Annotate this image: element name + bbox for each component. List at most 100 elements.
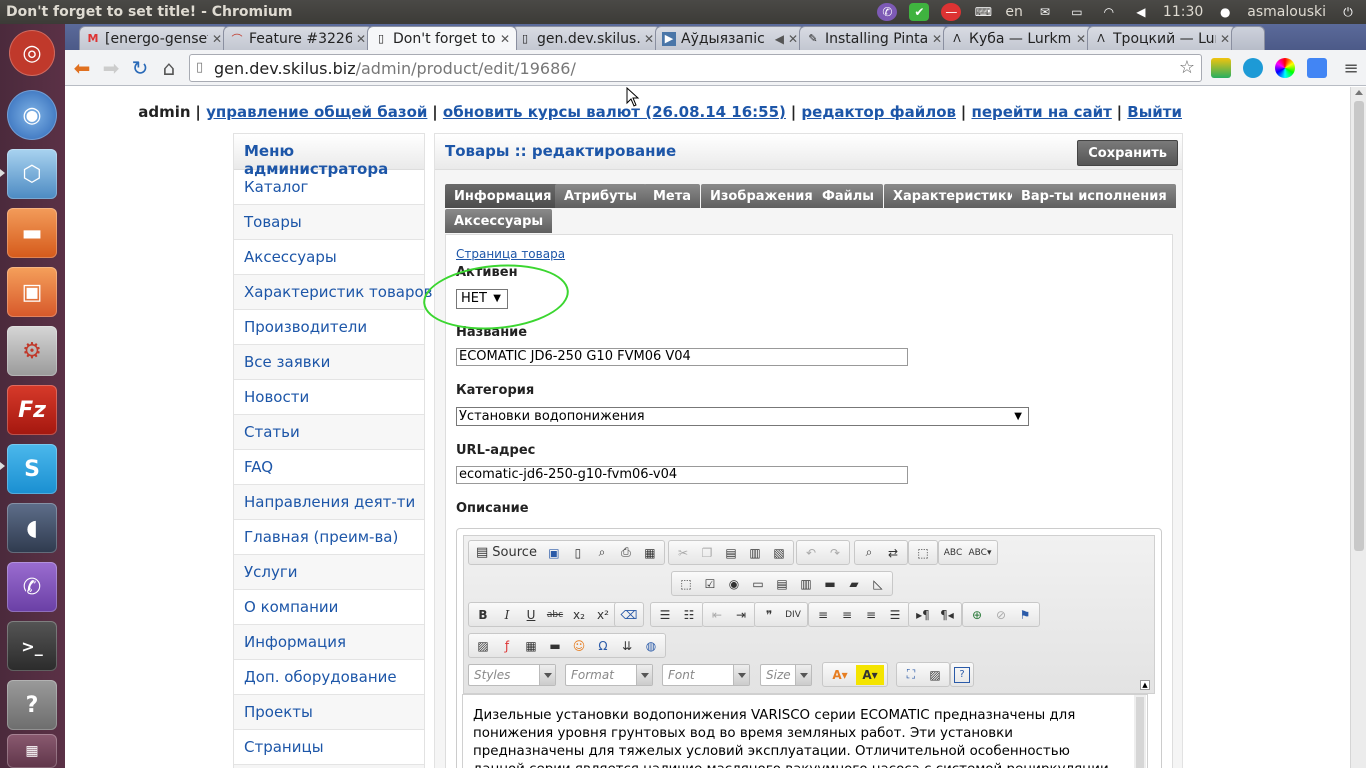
menu-item-information[interactable]: Информация (234, 625, 424, 660)
tab-meta[interactable]: Мета (644, 184, 701, 208)
new-page-icon[interactable]: ▯ (567, 543, 589, 563)
close-tab-icon[interactable]: ✕ (500, 32, 510, 46)
sync-check-icon[interactable]: ✔ (909, 3, 930, 21)
logout-link[interactable]: Выйти (1127, 103, 1182, 121)
close-tab-icon[interactable]: ✕ (644, 32, 654, 46)
url-input[interactable]: ecomatic-jd6-250-g10-fvm06-v04 (456, 466, 908, 484)
home-icon[interactable]: ⌂ (157, 56, 181, 80)
browser-tab[interactable]: ▯ gen.dev.skilus.b ✕ (511, 26, 661, 50)
mail-icon[interactable]: ✉ (1035, 3, 1055, 21)
templates-icon[interactable]: ▦ (639, 543, 661, 563)
subscript-icon[interactable]: x₂ (568, 605, 590, 625)
textarea-icon[interactable]: ▤ (771, 574, 793, 594)
user-icon[interactable]: ● (1215, 3, 1235, 21)
menu-item-articles[interactable]: Статьи (234, 415, 424, 450)
numbered-list-icon[interactable]: ☰ (654, 605, 676, 625)
file-editor-link[interactable]: редактор файлов (801, 103, 956, 121)
align-right-icon[interactable]: ≡ (860, 605, 882, 625)
save-button[interactable]: Сохранить (1077, 140, 1178, 166)
chromium-launcher-icon[interactable]: ◉ (7, 90, 57, 140)
menu-item-product-features[interactable]: Характеристик товаров (234, 275, 433, 310)
tab-variants[interactable]: Вар-ты исполнения (1012, 184, 1176, 208)
editor-content-area[interactable]: Дизельные установки водопонижения VARISC… (462, 694, 1148, 768)
wifi-icon[interactable]: ◠ (1099, 3, 1119, 21)
browser-tab[interactable]: Λ Куба — Lurkmo ✕ (943, 26, 1093, 50)
italic-icon[interactable]: I (496, 605, 518, 625)
flash-icon[interactable]: ƒ (496, 636, 518, 656)
spellcheck-as-you-type-icon[interactable]: ABC▾ (966, 543, 994, 563)
copy-icon[interactable]: ❐ (696, 543, 718, 563)
close-tab-icon[interactable]: ✕ (932, 32, 942, 46)
menu-item-extra-equipment[interactable]: Доп. оборудование (234, 660, 424, 695)
back-icon[interactable]: ⬅ (70, 56, 94, 80)
show-blocks-icon[interactable]: ▨ (924, 665, 946, 685)
horizontal-rule-icon[interactable]: ▬ (544, 636, 566, 656)
remove-format-icon[interactable]: ⌫ (618, 605, 640, 625)
styles-combo[interactable]: Styles (468, 664, 556, 686)
superscript-icon[interactable]: x² (592, 605, 614, 625)
source-button[interactable]: ▤ Source (472, 543, 541, 563)
checkbox-icon[interactable]: ☑ (699, 574, 721, 594)
cut-icon[interactable]: ✂ (672, 543, 694, 563)
files-icon[interactable]: ▬ (7, 208, 57, 258)
textfield-icon[interactable]: ▭ (747, 574, 769, 594)
address-bar[interactable]: ▯ gen.dev.skilus.biz/admin/product/edit/… (189, 54, 1202, 82)
strikethrough-icon[interactable]: abc (544, 605, 566, 625)
page-info-icon[interactable]: ▯ (196, 60, 203, 75)
spellcheck-icon[interactable]: ABC (942, 543, 964, 563)
tab-images[interactable]: Изображения (701, 184, 822, 208)
category-select[interactable]: Установки водопонижения ▼ (456, 407, 1029, 426)
align-center-icon[interactable]: ≡ (836, 605, 858, 625)
menu-item-all-requests[interactable]: Все заявки (234, 345, 424, 380)
tab-attributes[interactable]: Атрибуты (555, 184, 646, 208)
clock[interactable]: 11:30 (1163, 4, 1203, 20)
update-rates-link[interactable]: обновить курсы валют (26.08.14 16:55) (443, 103, 786, 121)
bookmark-star-icon[interactable]: ☆ (1179, 57, 1195, 78)
hidden-field-icon[interactable]: ◺ (867, 574, 889, 594)
speaker-icon[interactable]: ◀ (775, 32, 784, 46)
find-icon[interactable]: ⌕ (858, 543, 880, 563)
battery-icon[interactable]: ▭ (1067, 3, 1087, 21)
filezilla-icon[interactable]: Fz (7, 385, 57, 435)
format-combo[interactable]: Format (565, 664, 653, 686)
browser-tab[interactable]: M [energo-genset ✕ (79, 26, 229, 50)
close-tab-icon[interactable]: ✕ (1076, 32, 1086, 46)
browser-tab[interactable]: ▶ Аўдыязапіс ◀ ✕ (655, 26, 805, 50)
editor-scrollbar[interactable] (1134, 695, 1146, 768)
menu-icon[interactable]: ≡ (1339, 56, 1363, 80)
paste-text-icon[interactable]: ▥ (744, 543, 766, 563)
text-color-icon[interactable]: A▾ (826, 665, 854, 685)
cube-app-icon[interactable]: ⬡ (7, 149, 57, 199)
unlink-icon[interactable]: ⊘ (990, 605, 1012, 625)
reload-icon[interactable]: ↻ (128, 56, 152, 80)
software-center-icon[interactable]: ▣ (7, 267, 57, 317)
scroll-up-arrow-icon[interactable] (1355, 90, 1363, 95)
collapse-toolbar-icon[interactable]: ▲ (1140, 680, 1150, 690)
page-scrollbar[interactable] (1350, 87, 1366, 768)
anchor-icon[interactable]: ⚑ (1014, 605, 1036, 625)
button-field-icon[interactable]: ▬ (819, 574, 841, 594)
iframe-icon[interactable]: ◍ (640, 636, 662, 656)
indent-icon[interactable]: ⇥ (730, 605, 752, 625)
close-tab-icon[interactable]: ✕ (356, 32, 366, 46)
size-combo[interactable]: Size (760, 664, 812, 686)
font-combo[interactable]: Font (662, 664, 750, 686)
outdent-icon[interactable]: ⇤ (706, 605, 728, 625)
ltr-icon[interactable]: ▸¶ (912, 605, 934, 625)
paste-icon[interactable]: ▤ (720, 543, 742, 563)
help-icon[interactable]: ? (954, 666, 970, 683)
preview-icon[interactable]: ⌕ (591, 543, 613, 563)
paste-word-icon[interactable]: ▧ (768, 543, 790, 563)
power-icon[interactable]: ⏻ (1338, 3, 1358, 21)
viber-tray-icon[interactable]: ✆ (877, 3, 898, 21)
browser-tab[interactable]: ✎ Installing Pinta ✕ (799, 26, 949, 50)
system-settings-icon[interactable]: ⚙ (7, 326, 57, 376)
menu-item-about[interactable]: О компании (234, 590, 424, 625)
menu-item-projects[interactable]: Проекты (234, 695, 424, 730)
image-icon[interactable]: ▨ (472, 636, 494, 656)
menu-item-manufacturers[interactable]: Производители (234, 310, 424, 345)
speaker-app-icon[interactable]: ◖ (7, 503, 57, 553)
bulleted-list-icon[interactable]: ☷ (678, 605, 700, 625)
link-icon[interactable]: ⊕ (966, 605, 988, 625)
menu-item-products[interactable]: Товары (234, 205, 424, 240)
